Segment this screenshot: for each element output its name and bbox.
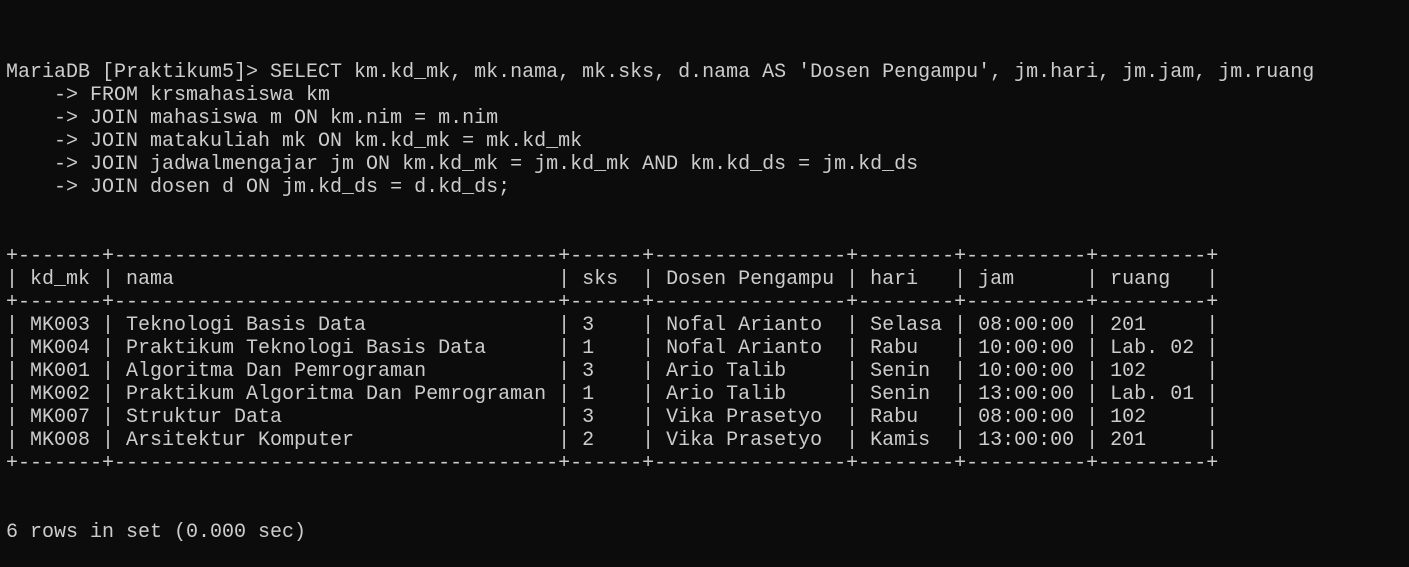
sql-query: MariaDB [Praktikum5]> SELECT km.kd_mk, m… xyxy=(6,61,1314,199)
terminal-output: MariaDB [Praktikum5]> SELECT km.kd_mk, m… xyxy=(6,15,1314,567)
continuation-line: -> JOIN dosen d ON jm.kd_ds = d.kd_ds; xyxy=(6,176,511,199)
table-row: | MK007 | Struktur Data | 3 | Vika Prase… xyxy=(6,406,1219,429)
result-summary: 6 rows in set (0.000 sec) xyxy=(6,521,307,544)
continuation-line: -> JOIN jadwalmengajar jm ON km.kd_mk = … xyxy=(6,153,919,176)
continuation-line: -> JOIN matakuliah mk ON km.kd_mk = mk.k… xyxy=(6,130,583,153)
table-row: | MK001 | Algoritma Dan Pemrograman | 3 … xyxy=(6,360,1219,383)
prompt-line: MariaDB [Praktikum5]> SELECT km.kd_mk, m… xyxy=(6,61,1315,84)
continuation-line: -> JOIN mahasiswa m ON km.nim = m.nim xyxy=(6,107,499,130)
table-header: | kd_mk | nama | sks | Dosen Pengampu | … xyxy=(6,268,1219,291)
table-row: | MK003 | Teknologi Basis Data | 3 | Nof… xyxy=(6,314,1219,337)
table-border: +-------+-------------------------------… xyxy=(6,452,1219,475)
table-border: +-------+-------------------------------… xyxy=(6,245,1219,268)
table-row: | MK004 | Praktikum Teknologi Basis Data… xyxy=(6,337,1219,360)
table-row: | MK008 | Arsitektur Komputer | 2 | Vika… xyxy=(6,429,1219,452)
table-border: +-------+-------------------------------… xyxy=(6,291,1219,314)
continuation-line: -> FROM krsmahasiswa km xyxy=(6,84,331,107)
table-row: | MK002 | Praktikum Algoritma Dan Pemrog… xyxy=(6,383,1219,406)
result-table: +-------+-------------------------------… xyxy=(6,245,1314,475)
